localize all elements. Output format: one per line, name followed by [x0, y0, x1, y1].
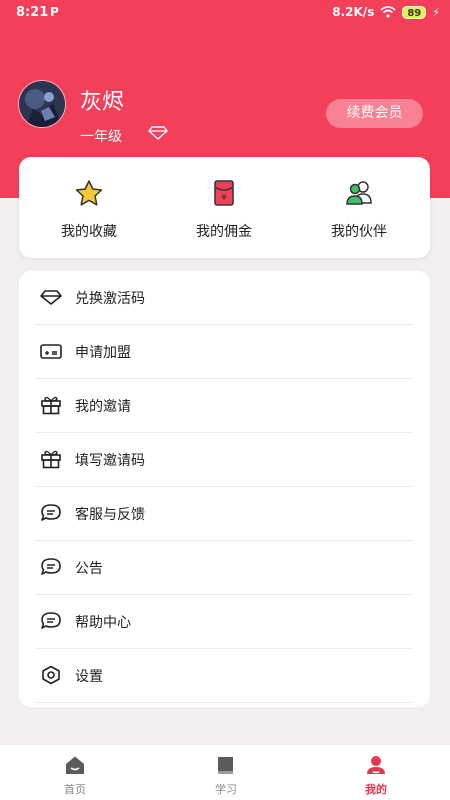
menu-list: 兑换激活码 申请加盟 我的邀请 填写邀请码 客服与反馈 公告 帮助中心 设置 [19, 271, 430, 707]
menu-item-enter-invite-code[interactable]: 填写邀请码 [35, 433, 414, 487]
commission-label: 我的佣金 [196, 224, 252, 240]
star-icon [75, 180, 103, 206]
svg-text:¥: ¥ [221, 193, 227, 203]
chat-icon [41, 558, 61, 575]
network-speed: 8.2K/s [332, 5, 375, 19]
tab-study[interactable]: 学习 [186, 755, 266, 797]
tab-label: 首页 [64, 783, 86, 796]
favorites-label: 我的收藏 [61, 224, 117, 240]
wifi-icon [380, 6, 396, 18]
tab-label: 我的 [365, 783, 387, 796]
home-icon [66, 756, 84, 774]
quick-actions-card: 我的收藏 ¥ 我的佣金 我的伙伴 [19, 157, 430, 258]
menu-item-apply-franchise[interactable]: 申请加盟 [35, 325, 414, 379]
bottom-tab-bar: 首页 学习 我的 [0, 744, 450, 800]
app-notification-icon: P [50, 5, 59, 19]
menu-label: 帮助中心 [75, 615, 131, 631]
book-icon [218, 757, 233, 774]
red-envelope-icon: ¥ [214, 180, 234, 206]
card-icon [40, 344, 62, 359]
menu-label: 兑换激活码 [75, 291, 145, 307]
avatar[interactable] [18, 80, 66, 128]
commission-button[interactable]: ¥ 我的佣金 [164, 179, 284, 241]
favorites-button[interactable]: 我的收藏 [29, 179, 149, 241]
status-time: 8:21 [16, 5, 49, 20]
battery-icon: 89 [402, 5, 427, 19]
tab-home[interactable]: 首页 [35, 755, 115, 797]
status-bar: 8:21 P 8.2K/s 89 ⚡ [0, 0, 450, 26]
chat-icon [41, 504, 61, 521]
menu-item-announcements[interactable]: 公告 [35, 541, 414, 595]
menu-label: 填写邀请码 [75, 453, 145, 469]
menu-label: 申请加盟 [75, 345, 131, 361]
charging-icon: ⚡ [432, 5, 440, 19]
menu-label: 设置 [75, 669, 103, 685]
diamond-icon [40, 290, 62, 305]
tab-label: 学习 [215, 783, 237, 796]
menu-item-settings[interactable]: 设置 [35, 649, 414, 703]
menu-item-support-feedback[interactable]: 客服与反馈 [35, 487, 414, 541]
chat-icon [41, 612, 61, 629]
gift-icon [41, 396, 61, 415]
partners-label: 我的伙伴 [331, 224, 387, 240]
gift-icon [41, 450, 61, 469]
user-icon [367, 756, 385, 774]
vip-diamond-icon [148, 126, 168, 140]
menu-label: 我的邀请 [75, 399, 131, 415]
menu-item-my-invitations[interactable]: 我的邀请 [35, 379, 414, 433]
menu-label: 公告 [75, 561, 103, 577]
partners-button[interactable]: 我的伙伴 [299, 179, 419, 241]
grade-label: 一年级 [80, 129, 122, 145]
menu-label: 客服与反馈 [75, 507, 145, 523]
tab-mine[interactable]: 我的 [336, 755, 416, 797]
partners-icon [346, 181, 372, 205]
username: 灰烬 [80, 90, 125, 115]
settings-icon [42, 665, 60, 685]
menu-item-redeem-code[interactable]: 兑换激活码 [35, 271, 414, 325]
menu-item-help-center[interactable]: 帮助中心 [35, 595, 414, 649]
renew-membership-button[interactable]: 续费会员 [326, 99, 423, 128]
